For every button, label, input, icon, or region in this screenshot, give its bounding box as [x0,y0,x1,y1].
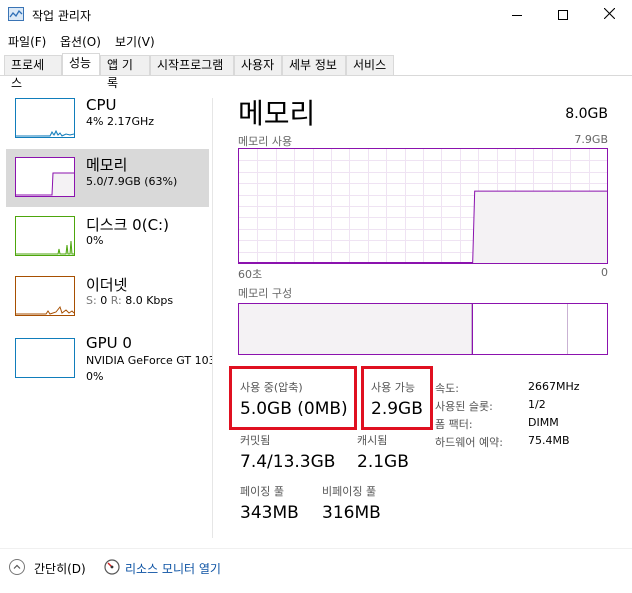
usage-area [472,191,607,263]
composition-label: 메모리 구성 [238,287,293,300]
sidebar-item-disk[interactable]: 디스크 0(C:) 0% [6,210,209,268]
prop-form-factor-value: DIMM [528,416,559,429]
tab-details[interactable]: 세부 정보 [282,55,346,75]
ethernet-thumbnail-graph [15,276,75,316]
committed-label: 커밋됨 [240,434,271,447]
maximize-icon [558,10,568,20]
sidebar-item-subtitle-2: 0% [86,370,104,383]
page-title: 메모리 [238,97,316,130]
sidebar-item-title: CPU [86,96,117,114]
task-manager-icon [8,7,24,21]
sidebar-item-title: GPU 0 [86,334,132,352]
highlight-in-use [229,366,357,430]
prop-speed-label: 속도: [435,382,459,395]
tab-app-history[interactable]: 앱 기록 [100,55,150,90]
footer-divider [0,548,632,549]
menu-file[interactable]: 파일(F) [8,33,46,50]
tab-startup[interactable]: 시작프로그램 [150,55,234,75]
sidebar-item-cpu[interactable]: CPU 4% 2.17GHz [6,92,209,150]
window-title: 작업 관리자 [32,9,92,23]
sidebar-item-subtitle: S: 0 R: 8.0 Kbps [86,294,173,307]
cached-label: 캐시됨 [357,434,388,447]
cpu-thumbnail-graph [15,98,75,138]
time-axis-left: 60초 [238,268,263,281]
composition-modified [472,304,473,354]
composition-in-use [239,304,472,354]
sidebar-item-ethernet[interactable]: 이더넷 S: 0 R: 8.0 Kbps [6,270,209,328]
tab-processes[interactable]: 프로세스 [4,55,62,90]
gpu-thumbnail-graph [15,338,75,378]
time-axis-right: 0 [601,266,608,279]
prop-hw-reserved-label: 하드웨어 예약: [435,436,503,449]
prop-slots-label: 사용된 슬롯: [435,400,493,413]
sidebar-item-subtitle: 5.0/7.9GB (63%) [86,175,178,188]
close-button[interactable] [586,0,632,30]
memory-thumbnail-graph [15,157,75,197]
sidebar-item-memory[interactable]: 메모리 5.0/7.9GB (63%) [6,149,209,207]
sidebar-item-subtitle: 4% 2.17GHz [86,115,155,128]
sidebar-item-title: 디스크 0(C:) [86,216,169,234]
collapse-button[interactable]: 간단히(D) [34,560,86,577]
menu-view[interactable]: 보기(V) [115,33,155,50]
receive-label: R: [110,294,122,307]
disk-thumbnail-graph [15,216,75,256]
sidebar-item-gpu[interactable]: GPU 0 NVIDIA GeForce GT 103 0% [6,330,212,392]
usage-graph-label: 메모리 사용 [238,135,293,148]
sidebar-item-title: 메모리 [86,156,128,174]
minimize-icon [512,14,522,16]
send-label: S: [86,294,97,307]
close-icon [603,7,615,23]
committed-value: 7.4/13.3GB [240,452,336,472]
highlight-available [361,366,433,430]
sidebar-item-subtitle: 0% [86,234,104,247]
menu-options[interactable]: 옵션(O) [60,33,101,50]
receive-value: 8.0 Kbps [125,294,174,307]
nonpaged-pool-value: 316MB [322,503,381,523]
prop-speed-value: 2667MHz [528,380,580,393]
paged-pool-value: 343MB [240,503,299,523]
tab-services[interactable]: 서비스 [346,55,394,75]
send-value: 0 [100,294,108,307]
prop-hw-reserved-value: 75.4MB [528,434,570,447]
composition-standby [567,304,568,354]
usage-graph-max: 7.9GB [574,133,608,146]
minimize-button[interactable] [494,0,540,30]
chevron-up-icon[interactable] [9,559,25,575]
prop-form-factor-label: 폼 팩터: [435,418,473,431]
paged-pool-label: 페이징 풀 [240,485,284,498]
tab-users[interactable]: 사용자 [234,55,282,75]
sidebar-item-title: 이더넷 [86,276,128,294]
total-memory: 8.0GB [565,106,608,122]
sidebar-divider [212,98,213,538]
maximize-button[interactable] [540,0,586,30]
memory-usage-graph [238,148,608,264]
memory-composition-bar [238,303,608,355]
tab-performance[interactable]: 성능 [62,53,100,75]
memory-usage-chart [239,149,607,263]
sidebar-item-subtitle: NVIDIA GeForce GT 103 [86,354,212,367]
open-resource-monitor-link[interactable]: 리소스 모니터 열기 [125,560,221,577]
cached-value: 2.1GB [357,452,409,472]
nonpaged-pool-label: 비페이징 풀 [322,485,377,498]
resource-monitor-icon[interactable] [104,559,120,575]
prop-slots-value: 1/2 [528,398,546,411]
